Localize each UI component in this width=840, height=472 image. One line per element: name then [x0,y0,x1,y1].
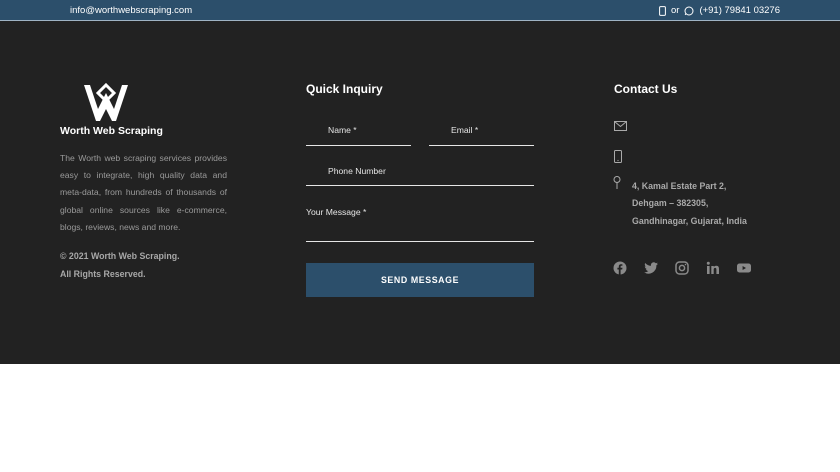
message-label: Your Message * [306,207,367,217]
address-line: Gandhinagar, Gujarat, India [632,215,747,226]
message-textarea[interactable]: Your Message * [306,201,534,242]
phone-input[interactable]: Phone Number [306,157,534,186]
brand-name: Worth Web Scraping [60,125,163,137]
or-text: or [670,5,680,16]
top-bar: info@worthwebscraping.com or (+91) 79841… [0,0,840,21]
brand-logo [84,83,128,121]
whatsapp-icon [684,6,694,15]
copyright-line: © 2021 Worth Web Scraping. [60,251,180,261]
map-pin-icon [613,176,621,189]
contact-us-title: Contact Us [614,82,678,96]
linkedin-icon[interactable] [706,261,720,275]
facebook-icon[interactable] [613,261,627,275]
address: 4, Kamal Estate Part 2, Dehgam – 382305,… [632,178,747,230]
envelope-icon[interactable] [614,121,627,131]
send-message-button[interactable]: SEND MESSAGE [306,263,534,297]
instagram-icon[interactable] [675,261,689,275]
about-text: The Worth web scraping services provides… [60,153,227,232]
rights-line: All Rights Reserved. [60,268,146,279]
mobile-icon [659,5,666,16]
footer: Worth Web Scraping The Worth web scrapin… [0,21,840,364]
email-label: Email * [451,125,479,135]
quick-inquiry-title: Quick Inquiry [306,82,383,96]
name-label: Name * [328,125,357,135]
phone-label: Phone Number [328,166,386,176]
email-link[interactable]: info@worthwebscraping.com [70,5,192,16]
address-line: 4, Kamal Estate Part 2, [632,181,727,191]
twitter-icon[interactable] [644,261,658,275]
phone-number: (+91) 79841 03276 [699,5,780,16]
mobile-icon[interactable] [614,150,622,163]
email-input[interactable]: Email * [429,117,534,146]
name-input[interactable]: Name * [306,117,411,146]
social-links [613,261,751,275]
phone-contact[interactable]: or (+91) 79841 03276 [659,5,780,16]
address-line: Dehgam – 382305, [632,198,709,209]
copyright: © 2021 Worth Web Scraping. All Rights Re… [60,248,180,283]
youtube-icon[interactable] [737,261,751,275]
